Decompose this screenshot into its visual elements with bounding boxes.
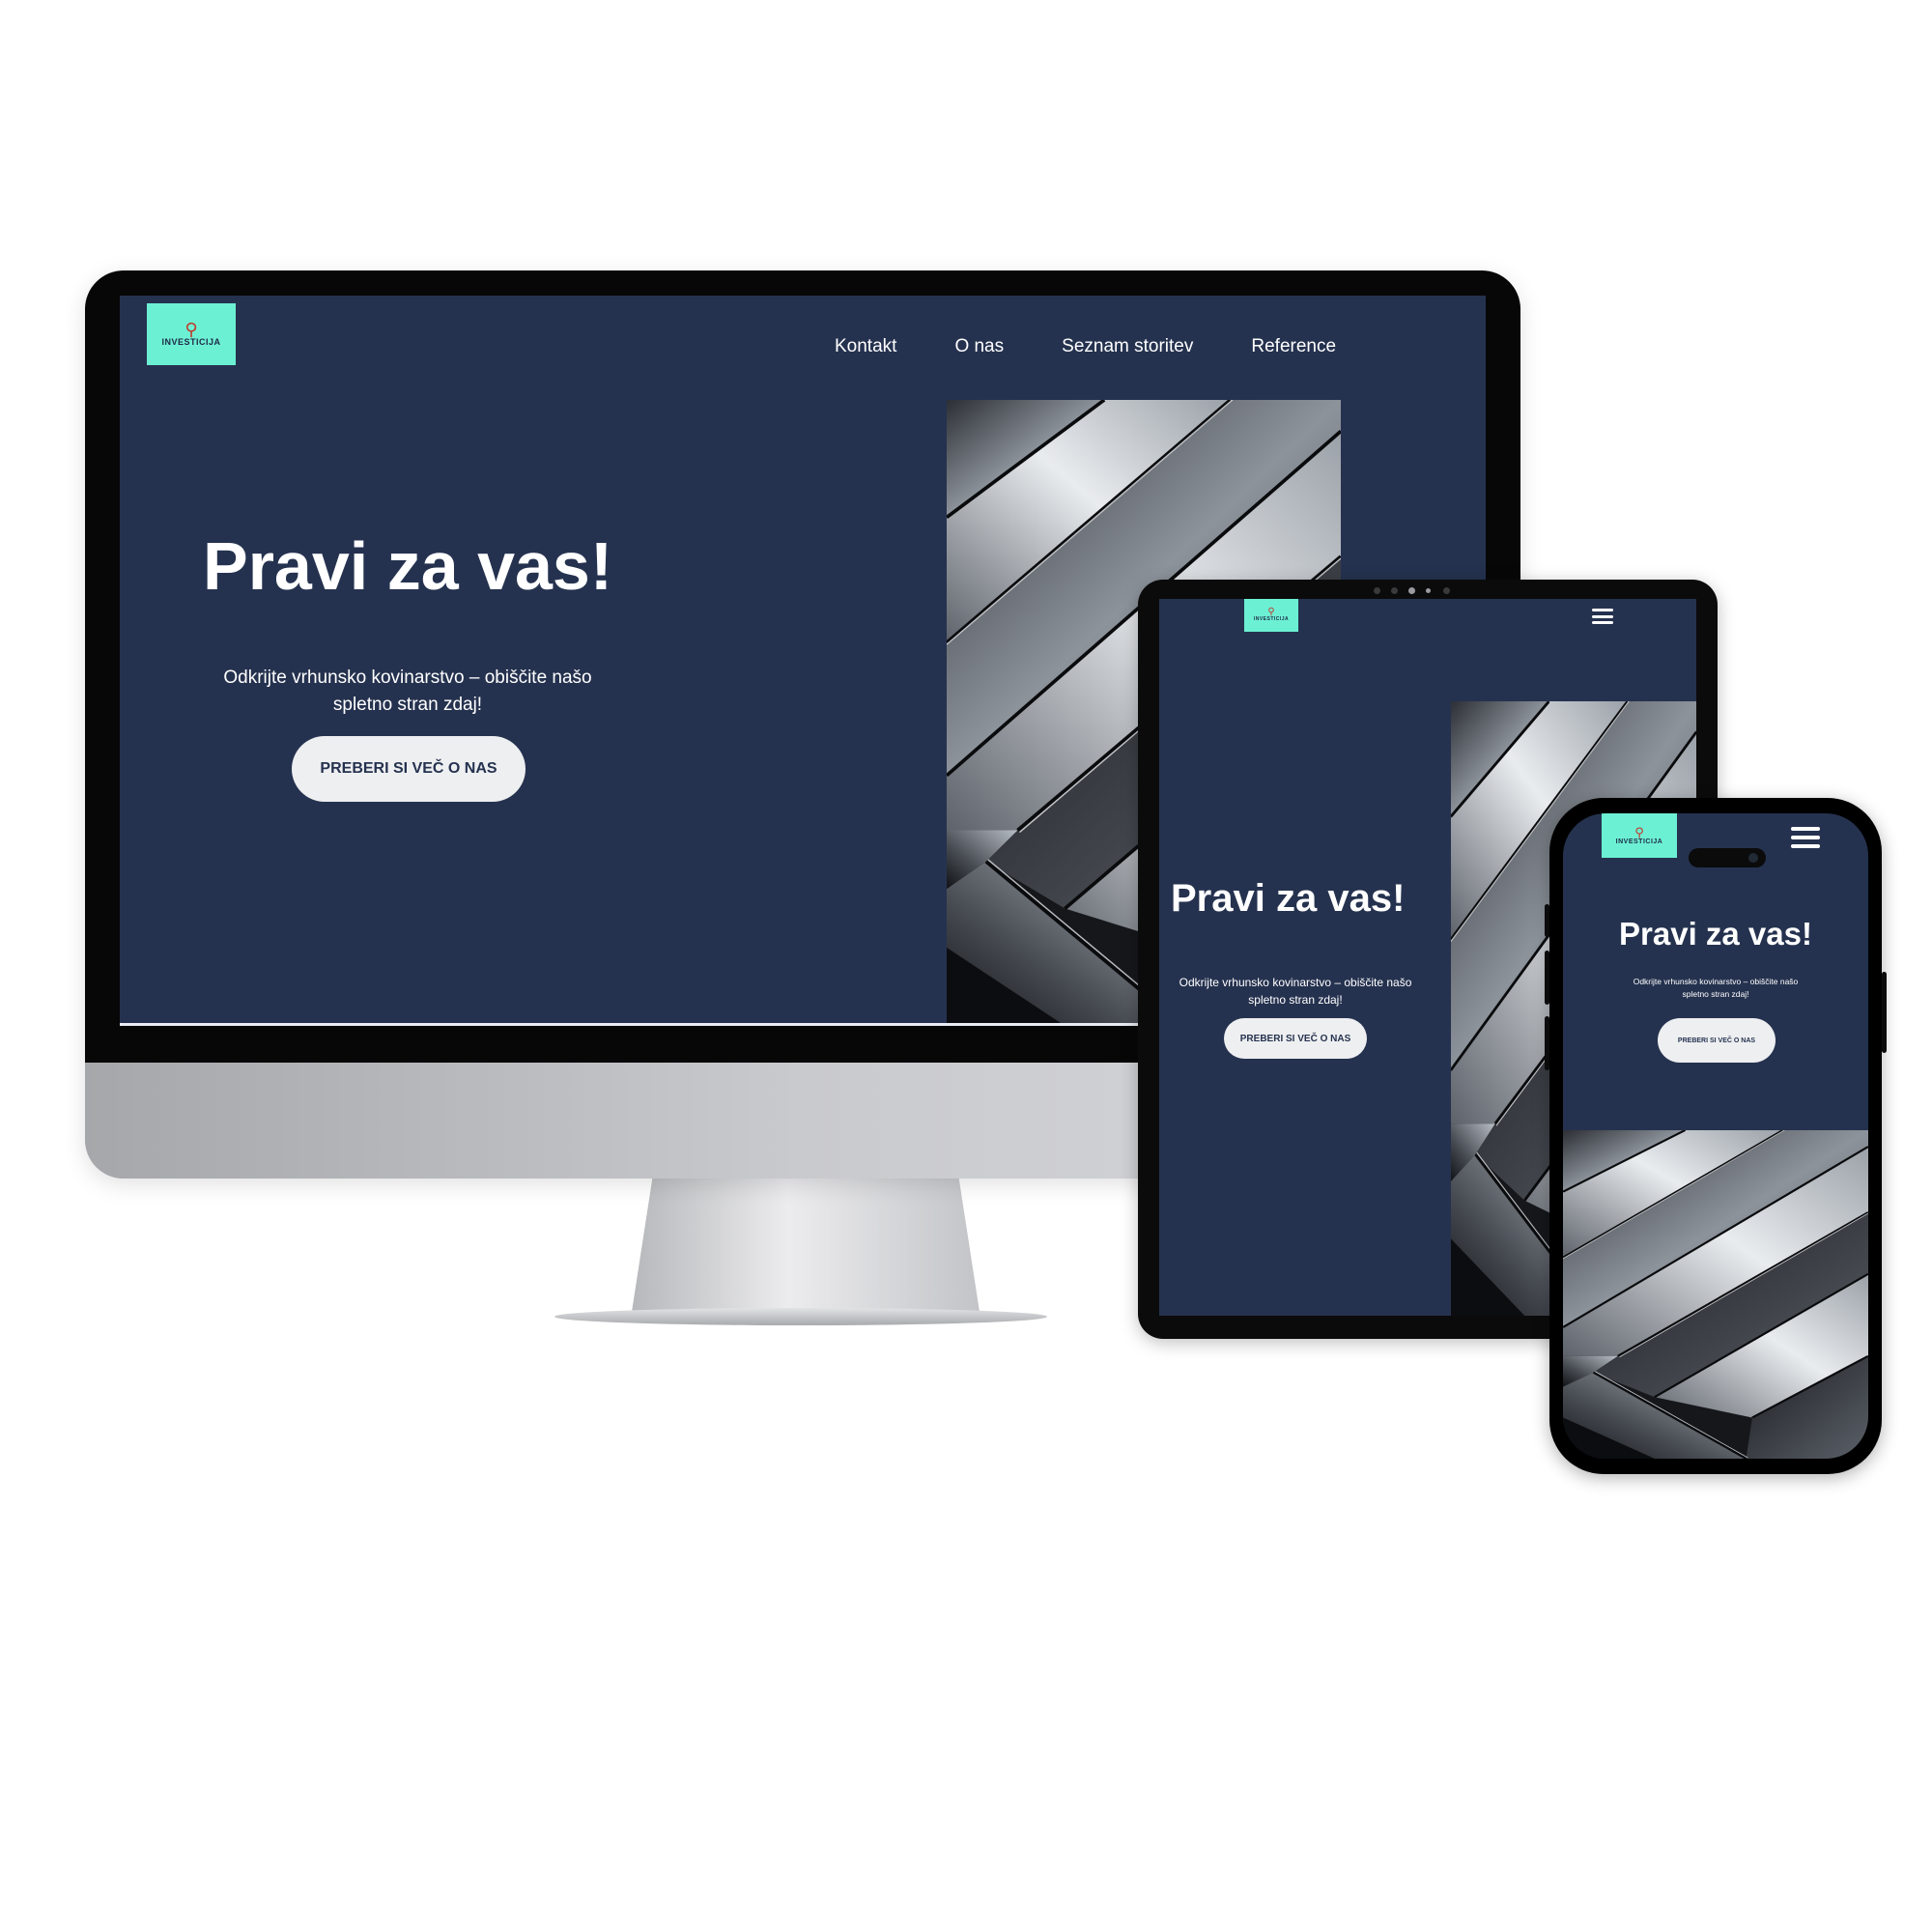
cta-button[interactable]: PREBERI SI VEČ O NAS [1658, 1018, 1776, 1063]
logo-name: INVESTICIJA [161, 337, 221, 348]
phone-power-button [1882, 972, 1887, 1053]
logo-name: INVESTICIJA [1253, 616, 1290, 623]
desktop-nav: Kontakt O nas Seznam storitev Reference [835, 336, 1336, 359]
hero-title: Pravi za vas! [1171, 877, 1406, 920]
tablet-sensor [1374, 587, 1380, 594]
nav-seznam-storitev[interactable]: Seznam storitev [1062, 336, 1193, 359]
phone-side-button [1545, 951, 1549, 1005]
metal-texture-image [1563, 1130, 1868, 1459]
hero-subtitle: Odkrijte vrhunsko kovinarstvo – obiščite… [1633, 977, 1799, 999]
desktop-logo[interactable]: ⚲ INVESTICIJA [147, 303, 236, 365]
magnifier-icon: ⚲ [1634, 824, 1644, 839]
cta-button[interactable]: PREBERI SI VEČ O NAS [292, 736, 526, 802]
tablet-camera [1408, 587, 1415, 594]
hero-title: Pravi za vas! [203, 528, 613, 604]
tablet-logo[interactable]: ⚲ INVESTICIJA [1244, 599, 1298, 632]
hero-title: Pravi za vas! [1619, 916, 1812, 952]
phone-side-button [1545, 904, 1549, 937]
phone-device: ⚲ INVESTICIJA Pravi za vas! Odkrijte vrh… [1545, 798, 1887, 1474]
logo-name: INVESTICIJA [1615, 838, 1663, 845]
phone-camera [1748, 853, 1758, 863]
nav-reference[interactable]: Reference [1251, 336, 1336, 359]
phone-logo[interactable]: ⚲ INVESTICIJA [1602, 813, 1677, 858]
nav-kontakt[interactable]: Kontakt [835, 336, 896, 359]
cta-button[interactable]: PREBERI SI VEČ O NAS [1224, 1018, 1367, 1059]
phone-screen: ⚲ INVESTICIJA Pravi za vas! Odkrijte vrh… [1563, 813, 1868, 1459]
monitor-stand-neck [632, 1177, 980, 1312]
tablet-sensor [1426, 588, 1431, 593]
nav-o-nas[interactable]: O nas [954, 336, 1004, 359]
magnifier-icon: ⚲ [185, 320, 198, 340]
phone-side-button [1545, 1016, 1549, 1070]
hero-subtitle: Odkrijte vrhunsko kovinarstvo – obiščite… [223, 668, 592, 715]
monitor-stand-foot [554, 1308, 1047, 1325]
phone-dynamic-island [1689, 848, 1766, 867]
tablet-sensor [1391, 587, 1398, 594]
hamburger-menu-icon[interactable] [1791, 827, 1820, 848]
hamburger-menu-icon[interactable] [1592, 609, 1613, 624]
hero-subtitle: Odkrijte vrhunsko kovinarstvo – obiščite… [1179, 976, 1412, 1007]
tablet-sensor [1443, 587, 1450, 594]
